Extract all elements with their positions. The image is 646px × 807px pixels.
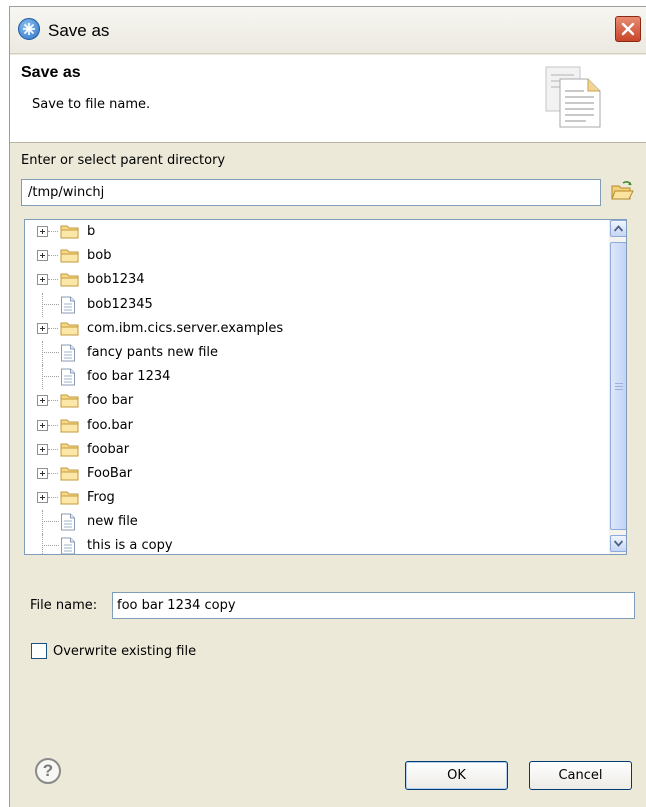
tree-connector	[48, 448, 58, 450]
tree-item[interactable]: this is a copy	[25, 534, 612, 554]
tree-item-label: foobar	[87, 441, 130, 457]
tree-connector	[42, 292, 43, 317]
tree-connector	[42, 340, 43, 365]
tree-item-label: this is a copy	[87, 538, 173, 554]
tree-connector	[48, 327, 58, 329]
tree-item[interactable]: bob1234	[25, 268, 612, 292]
folder-icon	[60, 247, 80, 268]
expand-icon[interactable]	[37, 395, 48, 407]
scroll-down-button[interactable]	[610, 535, 626, 552]
tree-item[interactable]: bob	[25, 244, 612, 268]
overwrite-label[interactable]: Overwrite existing file	[53, 644, 196, 659]
expand-icon[interactable]	[37, 274, 48, 286]
folder-icon	[60, 417, 80, 438]
scroll-thumb[interactable]	[610, 242, 626, 530]
parent-directory-input[interactable]	[21, 179, 601, 206]
parent-directory-label: Enter or select parent directory	[21, 153, 226, 168]
tree-item-label: bob12345	[87, 296, 153, 312]
directory-tree[interactable]: b bob bob1234 bob12345 com.ibm.cics.server.e…	[24, 219, 627, 555]
file-icon	[60, 537, 76, 554]
header-banner: Save as Save to file name.	[10, 55, 646, 143]
tree-item-label: new file	[87, 514, 138, 530]
app-icon	[18, 18, 40, 40]
help-icon[interactable]: ?	[35, 758, 61, 784]
save-as-dialog: Save as Save as Save to file name. Enter…	[9, 6, 646, 807]
tree-item-label: com.ibm.cics.server.examples	[87, 320, 284, 336]
expand-icon[interactable]	[37, 443, 48, 455]
file-icon	[60, 296, 76, 318]
tree-item-label: FooBar	[87, 465, 133, 481]
tree-connector	[48, 279, 58, 281]
expand-icon[interactable]	[37, 492, 48, 504]
tree-item[interactable]: foo bar 1234	[25, 365, 612, 390]
folder-icon	[60, 489, 80, 510]
file-icon	[60, 513, 76, 535]
tree-connector	[42, 351, 59, 353]
open-folder-icon[interactable]	[610, 180, 634, 202]
file-icon	[60, 344, 76, 366]
folder-icon	[60, 441, 80, 462]
tree-item[interactable]: fancy pants new file	[25, 340, 612, 366]
tree-item-label: Frog	[87, 490, 115, 506]
overwrite-checkbox[interactable]	[31, 643, 47, 659]
expand-icon[interactable]	[37, 250, 48, 262]
tree-connector	[48, 400, 58, 402]
tree-connector	[42, 545, 59, 547]
cancel-button[interactable]: Cancel	[529, 761, 632, 790]
tree-item-label: foo bar	[87, 393, 134, 409]
tree-item-label: bob	[87, 248, 112, 264]
tree-item[interactable]: Frog	[25, 486, 612, 510]
expand-icon[interactable]	[37, 419, 48, 431]
expand-icon[interactable]	[37, 322, 48, 334]
documents-icon	[545, 66, 601, 128]
window-title: Save as	[48, 21, 110, 40]
expand-icon[interactable]	[37, 467, 48, 479]
tree-item-label: b	[87, 224, 96, 239]
folder-icon	[60, 223, 80, 244]
tree-connector	[42, 521, 59, 523]
tree-connector	[48, 231, 58, 232]
tree-item[interactable]: foo bar	[25, 389, 612, 413]
file-name-input[interactable]	[112, 592, 635, 619]
close-icon[interactable]	[615, 16, 641, 42]
tree-connector	[42, 510, 43, 535]
folder-icon	[60, 465, 80, 486]
folder-icon	[60, 271, 80, 292]
tree-item[interactable]: com.ibm.cics.server.examples	[25, 317, 612, 341]
tree-item[interactable]: bob12345	[25, 292, 612, 318]
tree-connector	[42, 365, 43, 390]
tree-rows: b bob bob1234 bob12345 com.ibm.cics.server.e…	[25, 220, 612, 554]
tree-item[interactable]: b	[25, 220, 612, 244]
expand-icon[interactable]	[37, 226, 48, 237]
folder-icon	[60, 392, 80, 413]
banner-message: Save to file name.	[32, 97, 151, 112]
file-icon	[60, 368, 76, 390]
tree-connector	[48, 472, 58, 474]
scroll-up-button[interactable]	[610, 220, 626, 237]
tree-connector	[48, 255, 58, 257]
tree-item[interactable]: FooBar	[25, 462, 612, 486]
tree-connector	[42, 376, 59, 378]
tree-item[interactable]: foo.bar	[25, 414, 612, 438]
tree-item-label: bob1234	[87, 272, 145, 288]
tree-item-label: fancy pants new file	[87, 344, 219, 360]
tree-connector	[48, 497, 58, 499]
file-name-label: File name:	[30, 598, 98, 613]
tree-item[interactable]: new file	[25, 510, 612, 535]
ok-button[interactable]: OK	[405, 761, 508, 790]
tree-item-label: foo bar 1234	[87, 369, 171, 385]
tree-item[interactable]: foobar	[25, 438, 612, 462]
tree-connector	[48, 424, 58, 426]
tree-scrollbar[interactable]	[609, 220, 626, 554]
tree-connector	[42, 303, 59, 305]
title-bar[interactable]: Save as	[10, 7, 646, 54]
tree-item-label: foo.bar	[87, 417, 133, 433]
banner-title: Save as	[21, 64, 81, 81]
folder-icon	[60, 320, 80, 341]
